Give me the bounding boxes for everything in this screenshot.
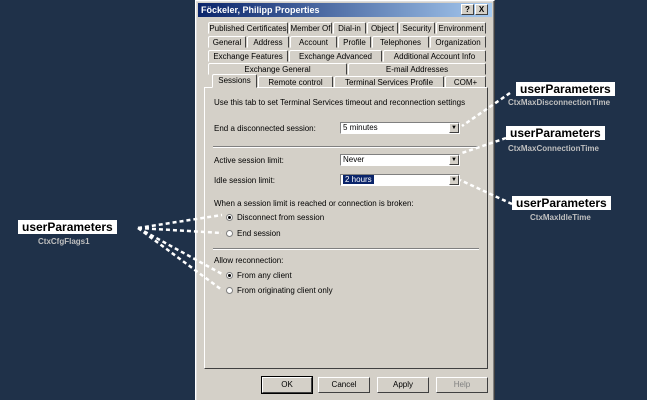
tab-published-certificates[interactable]: Published Certificates <box>208 22 288 34</box>
broken-label: When a session limit is reached or conne… <box>214 199 414 208</box>
idle-limit-value: 2 hours <box>343 175 374 184</box>
tab-organization[interactable]: Organization <box>430 36 486 48</box>
callout-disconnection-title: userParameters <box>516 82 615 96</box>
end-session-option-label[interactable]: End session <box>237 229 281 238</box>
tab-dial-in[interactable]: Dial-in <box>333 22 366 34</box>
end-disconnected-label: End a disconnected session: <box>214 124 316 133</box>
divider <box>213 248 479 250</box>
radio-disconnect[interactable] <box>226 214 233 221</box>
callout-connection-attr: CtxMaxConnectionTime <box>508 144 599 153</box>
end-disconnected-select[interactable]: 5 minutes ▼ <box>340 122 460 134</box>
tab-exchange-features[interactable]: Exchange Features <box>208 50 288 62</box>
reconnect-label: Allow reconnection: <box>214 256 284 265</box>
sessions-panel: Use this tab to set Terminal Services ti… <box>204 87 488 369</box>
callout-flags-attr: CtxCfgFlags1 <box>38 237 90 246</box>
close-icon[interactable]: X <box>475 4 488 15</box>
radio-any-client[interactable] <box>226 272 233 279</box>
tab-additional-account-info[interactable]: Additional Account Info <box>383 50 486 62</box>
end-disconnected-value: 5 minutes <box>343 123 378 132</box>
ok-button[interactable]: OK <box>261 376 313 394</box>
apply-button[interactable]: Apply <box>377 377 429 393</box>
chevron-down-icon[interactable]: ▼ <box>449 155 459 165</box>
tab-sessions[interactable]: Sessions <box>212 74 257 88</box>
radio-originating-client[interactable] <box>226 287 233 294</box>
chevron-down-icon[interactable]: ▼ <box>449 123 459 133</box>
tab-email-addresses[interactable]: E-mail Addresses <box>348 63 486 75</box>
any-client-option-label[interactable]: From any client <box>237 271 292 280</box>
tab-security[interactable]: Security <box>399 22 435 34</box>
originating-option-label[interactable]: From originating client only <box>237 286 333 295</box>
disconnect-option-label[interactable]: Disconnect from session <box>237 213 324 222</box>
help-button[interactable]: Help <box>436 377 488 393</box>
callout-disconnection-attr: CtxMaxDisconnectionTime <box>508 98 611 107</box>
idle-limit-label: Idle session limit: <box>214 176 275 185</box>
tab-member-of[interactable]: Member Of <box>289 22 332 34</box>
tab-telephones[interactable]: Telephones <box>372 36 429 48</box>
tab-object[interactable]: Object <box>367 22 398 34</box>
cancel-button[interactable]: Cancel <box>318 377 370 393</box>
callout-flags-title: userParameters <box>18 220 117 234</box>
radio-end-session[interactable] <box>226 230 233 237</box>
callout-connection-title: userParameters <box>506 126 605 140</box>
divider <box>213 146 479 148</box>
help-title-button[interactable]: ? <box>461 4 474 15</box>
idle-limit-select[interactable]: 2 hours ▼ <box>340 174 460 186</box>
active-limit-select[interactable]: Never ▼ <box>340 154 460 166</box>
window-title: Föckeler, Philipp Properties <box>201 5 320 15</box>
tab-environment[interactable]: Environment <box>436 22 486 34</box>
active-limit-value: Never <box>343 155 365 164</box>
callout-idle-title: userParameters <box>512 196 611 210</box>
title-bar: Föckeler, Philipp Properties ? X <box>198 3 492 17</box>
sessions-intro-text: Use this tab to set Terminal Services ti… <box>214 98 466 107</box>
tab-address[interactable]: Address <box>247 36 289 48</box>
chevron-down-icon[interactable]: ▼ <box>449 175 459 185</box>
active-limit-label: Active session limit: <box>214 156 284 165</box>
callout-idle-attr: CtxMaxIdleTime <box>530 213 591 222</box>
tab-profile[interactable]: Profile <box>338 36 371 48</box>
tab-account[interactable]: Account <box>290 36 337 48</box>
tab-exchange-advanced[interactable]: Exchange Advanced <box>289 50 382 62</box>
tab-general[interactable]: General <box>208 36 246 48</box>
